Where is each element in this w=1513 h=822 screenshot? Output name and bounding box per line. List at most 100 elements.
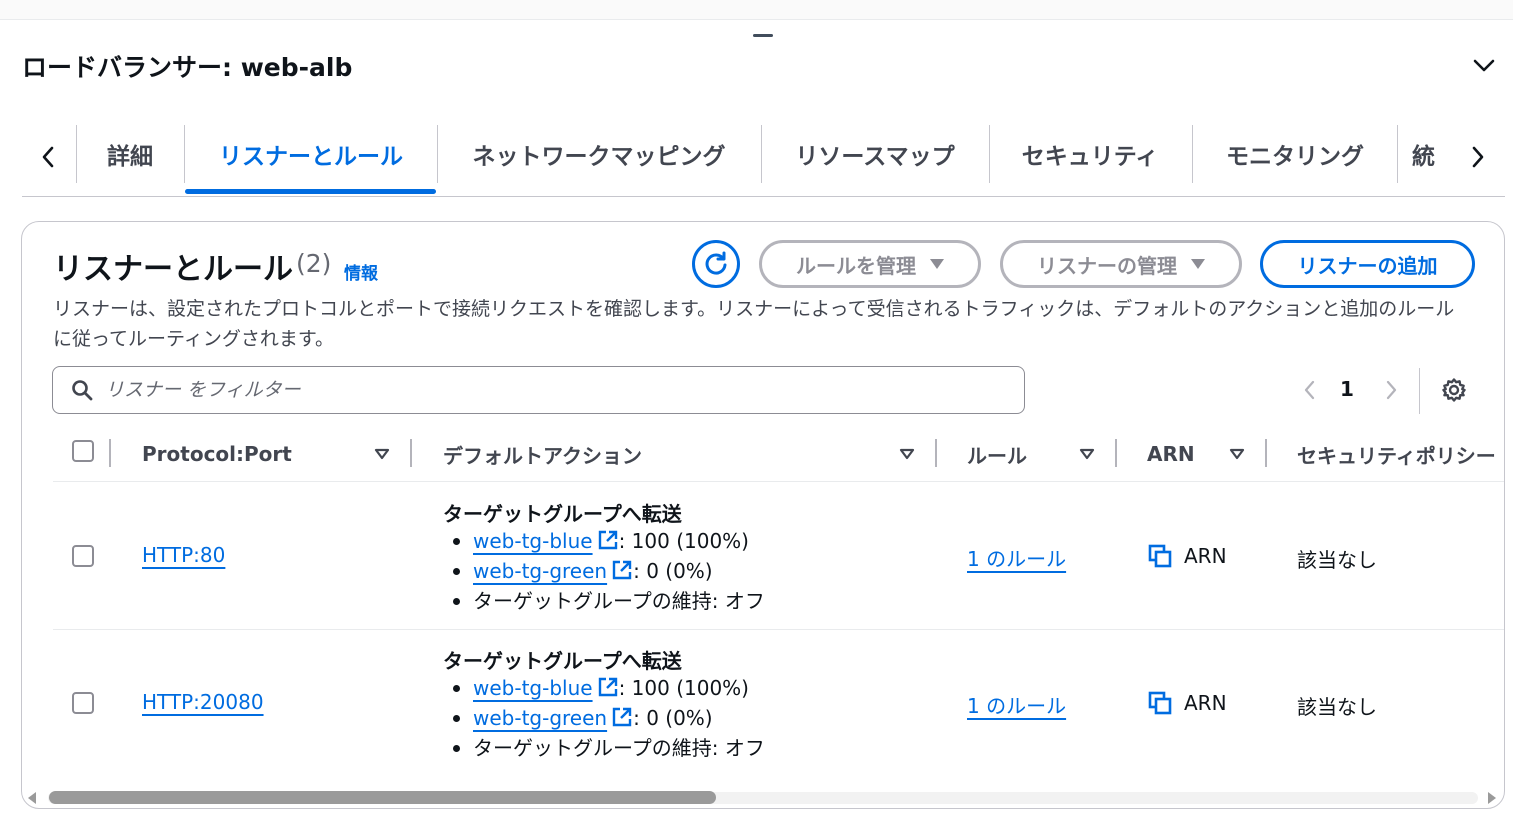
chevron-down-icon [1473, 59, 1495, 72]
target-group-link[interactable]: web-tg-green [473, 559, 607, 583]
settings-icon [1442, 378, 1466, 402]
section-title: リスナーとルール [53, 252, 293, 287]
row-select-checkbox[interactable] [72, 545, 94, 567]
refresh-icon [705, 251, 727, 275]
rules-link[interactable]: 1 のルール [967, 543, 1066, 572]
list-item: web-tg-blue : 100 (100%) [443, 526, 765, 556]
target-group-link[interactable]: web-tg-green [473, 706, 607, 730]
column-header-default-action[interactable]: デフォルトアクション [443, 439, 642, 469]
section-description: リスナーは、設定されたプロトコルとポートで接続リクエストを確認します。リスナーに… [53, 298, 1455, 350]
column-header-protocol-port[interactable]: Protocol:Port [142, 439, 292, 469]
chevron-right-icon [1472, 146, 1484, 168]
column-divider [1115, 439, 1117, 467]
sort-caret-icon[interactable] [1229, 446, 1245, 462]
column-divider [410, 439, 412, 467]
add-listener-button[interactable]: リスナーの追加 [1260, 240, 1475, 288]
panel-title: ロードバランサー: web-alb [22, 53, 353, 82]
list-item: ターゲットグループの維持: オフ [443, 733, 765, 763]
tab-network-mapping[interactable]: ネットワークマッピング [438, 125, 760, 183]
tab-details[interactable]: 詳細 [78, 125, 182, 183]
tab-monitoring[interactable]: モニタリング [1194, 125, 1396, 183]
horizontal-scrollbar[interactable] [22, 788, 1504, 806]
caret-down-icon [1191, 259, 1205, 269]
external-link-icon[interactable] [611, 559, 633, 581]
target-group-weight: : 0 (0%) [633, 706, 713, 730]
manage-listener-button[interactable]: リスナーの管理 [1000, 240, 1242, 288]
scroll-right-arrow[interactable] [1488, 792, 1496, 804]
search-input[interactable] [105, 379, 985, 401]
copy-icon[interactable] [1148, 691, 1172, 715]
listener-protocol-port-link[interactable]: HTTP:20080 [142, 690, 264, 714]
default-action-title: ターゲットグループへ転送 [443, 649, 682, 673]
chevron-left-icon [42, 146, 54, 168]
manage-rules-button[interactable]: ルールを管理 [759, 240, 981, 288]
tabs-scroll-right-button[interactable] [1458, 137, 1498, 177]
active-tab-indicator [185, 189, 436, 194]
search-icon [72, 380, 93, 401]
search-box[interactable] [52, 366, 1025, 414]
caret-down-icon [930, 259, 944, 269]
target-group-link[interactable]: web-tg-blue [473, 529, 593, 553]
target-group-weight: : 100 (100%) [618, 676, 749, 700]
column-header-arn[interactable]: ARN [1147, 439, 1195, 469]
target-group-weight: : 100 (100%) [618, 529, 749, 553]
target-group-link[interactable]: web-tg-blue [473, 676, 593, 700]
tab-resource-map[interactable]: リソースマップ [762, 125, 988, 183]
pagination-next-button[interactable] [1380, 376, 1404, 404]
top-strip [0, 0, 1513, 20]
row-separator [53, 629, 1504, 630]
list-item: web-tg-blue : 100 (100%) [443, 673, 765, 703]
security-policy-value: 該当なし [1297, 548, 1377, 572]
manage-listener-label: リスナーの管理 [1037, 253, 1177, 278]
default-action-list: web-tg-blue : 100 (100%) web-tg-green : 0 … [443, 673, 765, 763]
pagination-previous-button[interactable] [1297, 376, 1321, 404]
tab-divider [184, 125, 185, 183]
external-link-icon[interactable] [597, 676, 619, 698]
column-divider [109, 439, 111, 467]
listener-protocol-port-link[interactable]: HTTP:80 [142, 543, 225, 567]
sort-caret-icon[interactable] [899, 446, 915, 462]
sort-caret-icon[interactable] [374, 446, 390, 462]
column-divider [1265, 439, 1267, 467]
pagination-divider [1419, 368, 1420, 414]
column-divider [935, 439, 937, 467]
chevron-left-icon [1304, 380, 1315, 400]
chevron-right-icon [1386, 380, 1397, 400]
list-item: web-tg-green : 0 (0%) [443, 703, 765, 733]
scroll-left-arrow[interactable] [28, 792, 36, 804]
tab-divider [1192, 125, 1193, 183]
arn-copy-label[interactable]: ARN [1184, 691, 1227, 715]
tab-integrations[interactable]: 統 [1412, 125, 1448, 183]
row-select-checkbox[interactable] [72, 692, 94, 714]
tab-listeners-and-rules[interactable]: リスナーとルール [186, 125, 436, 183]
external-link-icon[interactable] [597, 529, 619, 551]
table-settings-button[interactable] [1438, 374, 1470, 406]
arn-copy-label[interactable]: ARN [1184, 544, 1227, 568]
default-action-list: web-tg-blue : 100 (100%) web-tg-green : 0 … [443, 526, 765, 616]
tab-divider [76, 125, 77, 183]
pagination-current-page[interactable]: 1 [1340, 377, 1354, 401]
info-link[interactable]: 情報 [344, 259, 378, 284]
target-group-weight: : 0 (0%) [633, 559, 713, 583]
default-action-title: ターゲットグループへ転送 [443, 502, 682, 526]
list-item: ターゲットグループの維持: オフ [443, 586, 765, 616]
tabs-scroll-left-button[interactable] [28, 137, 68, 177]
tab-divider [1397, 125, 1398, 183]
sort-caret-icon[interactable] [1079, 446, 1095, 462]
refresh-button[interactable] [692, 240, 740, 288]
scrollbar-thumb[interactable] [49, 791, 716, 804]
drag-handle[interactable] [753, 34, 773, 37]
manage-rules-label: ルールを管理 [796, 253, 916, 278]
column-header-rules[interactable]: ルール [967, 439, 1027, 469]
list-item: web-tg-green : 0 (0%) [443, 556, 765, 586]
external-link-icon[interactable] [611, 706, 633, 728]
collapse-button[interactable] [1468, 50, 1500, 82]
rules-link[interactable]: 1 のルール [967, 690, 1066, 719]
column-header-security-policy[interactable]: セキュリティポリシー [1297, 439, 1496, 469]
listener-count: (2) [296, 249, 332, 278]
listeners-container: リスナーとルール (2) 情報 ルールを管理 リスナーの管理 リスナーの追加 リ… [21, 221, 1505, 809]
select-all-checkbox[interactable] [72, 440, 94, 462]
tab-bar: 詳細 リスナーとルール ネットワークマッピング リソースマップ セキュリティ モ… [22, 115, 1505, 197]
tab-security[interactable]: セキュリティ [990, 125, 1190, 183]
copy-icon[interactable] [1148, 544, 1172, 568]
